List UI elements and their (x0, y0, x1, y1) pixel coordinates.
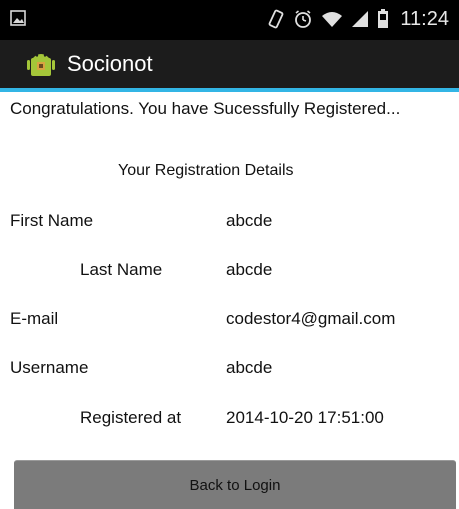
success-message: Congratulations. You have Sucessfully Re… (10, 99, 401, 118)
label-username: Username (10, 358, 89, 377)
image-notification-icon (10, 10, 26, 26)
value-last-name: abcde (226, 260, 273, 279)
value-first-name: abcde (226, 211, 273, 230)
vibrate-icon (267, 9, 285, 29)
action-bar: Socionot (0, 40, 459, 92)
status-icons (267, 8, 389, 30)
value-registered-at: 2014-10-20 17:51:00 (226, 408, 384, 427)
app-title: Socionot (67, 51, 153, 76)
section-title: Your Registration Details (118, 162, 294, 179)
back-to-login-button[interactable]: Back to Login (14, 460, 456, 509)
label-registered-at: Registered at (80, 408, 182, 427)
label-first-name: First Name (10, 211, 94, 230)
battery-icon (377, 9, 389, 29)
value-email: codestor4@gmail.com (226, 309, 396, 328)
label-email: E-mail (10, 309, 59, 328)
wifi-icon (321, 10, 343, 28)
alarm-icon (293, 9, 313, 29)
android-icon[interactable] (26, 49, 56, 79)
signal-icon (351, 10, 369, 28)
value-username: abcde (226, 358, 273, 377)
label-last-name: Last Name (80, 260, 163, 279)
status-bar: 11:24 (0, 0, 459, 40)
status-clock: 11:24 (400, 8, 449, 30)
